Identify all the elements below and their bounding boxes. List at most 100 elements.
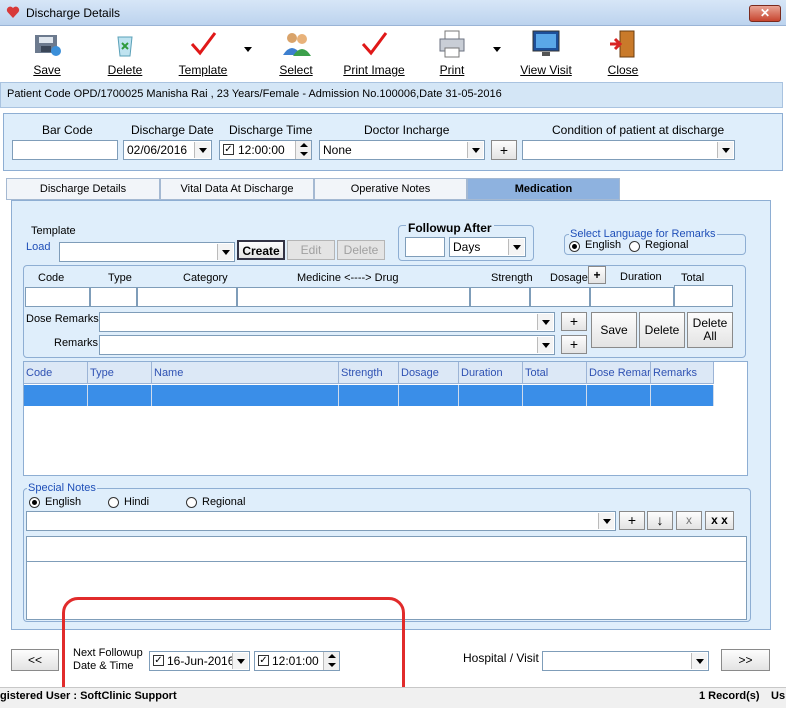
- move-down-button[interactable]: ↓: [647, 511, 673, 530]
- create-template-button[interactable]: Create: [237, 240, 285, 260]
- add-dose-remark-button[interactable]: +: [561, 312, 587, 331]
- previous-button[interactable]: <<: [11, 649, 59, 671]
- grid-header-type[interactable]: Type: [88, 362, 152, 384]
- tab-discharge-details[interactable]: Discharge Details: [6, 178, 160, 200]
- remarks-select[interactable]: [99, 335, 555, 355]
- chevron-down-icon[interactable]: [717, 142, 733, 158]
- total-column-label: Total: [681, 272, 705, 284]
- hospital-visit-select[interactable]: [542, 651, 709, 671]
- chevron-down-icon[interactable]: [467, 142, 483, 158]
- add-note-button[interactable]: +: [619, 511, 645, 530]
- tab-operative-notes[interactable]: Operative Notes: [314, 178, 467, 200]
- grid-header-code[interactable]: Code: [24, 362, 88, 384]
- discharge-time-picker[interactable]: ✓ 12:00:00: [219, 140, 312, 160]
- add-dosage-button[interactable]: +: [588, 266, 606, 284]
- print-button[interactable]: Print: [424, 27, 480, 81]
- delete-medicine-button[interactable]: Delete: [639, 312, 685, 348]
- english-radio[interactable]: [569, 241, 580, 252]
- grid-header-duration[interactable]: Duration: [459, 362, 523, 384]
- status-user: gistered User : SoftClinic Support: [0, 690, 177, 702]
- monitor-icon: [532, 30, 560, 56]
- regional-label: Regional: [645, 239, 689, 251]
- edit-template-button[interactable]: Edit: [287, 240, 335, 260]
- grid-header-dose-remarks[interactable]: Dose Remar: [587, 362, 651, 384]
- template-dropdown-arrow-icon[interactable]: [244, 47, 252, 52]
- notes-english-label: English: [45, 496, 82, 508]
- duration-input[interactable]: [590, 287, 674, 307]
- template-button[interactable]: Template: [170, 27, 236, 81]
- save-button[interactable]: Save: [18, 27, 76, 81]
- tab-vital-data[interactable]: Vital Data At Discharge: [160, 178, 314, 200]
- bar-code-input[interactable]: [12, 140, 118, 160]
- grid-header-strength[interactable]: Strength: [339, 362, 399, 384]
- discharge-time-checkbox[interactable]: ✓: [223, 144, 234, 155]
- code-input[interactable]: [25, 287, 90, 307]
- followup-unit-select[interactable]: Days: [449, 237, 526, 257]
- next-button[interactable]: >>: [721, 649, 770, 671]
- drug-column-label: Medicine <----> Drug: [297, 272, 399, 284]
- printer-icon: [439, 30, 465, 58]
- discharge-date-picker[interactable]: 02/06/2016: [123, 140, 212, 160]
- save-label: Save: [33, 63, 61, 77]
- total-input[interactable]: [674, 285, 733, 307]
- chevron-down-icon[interactable]: [194, 142, 210, 158]
- notes-regional-radio[interactable]: [186, 497, 197, 508]
- category-input[interactable]: [137, 287, 237, 307]
- chevron-down-icon[interactable]: [217, 244, 233, 260]
- template-section-label: Template: [31, 225, 76, 237]
- add-remark-button[interactable]: +: [561, 335, 587, 354]
- chevron-down-icon[interactable]: [508, 239, 524, 255]
- template-select[interactable]: [59, 242, 235, 262]
- grid-header-name[interactable]: Name: [152, 362, 339, 384]
- notes-hindi-radio[interactable]: [108, 497, 119, 508]
- dose-remarks-select[interactable]: [99, 312, 555, 332]
- select-label: Select: [279, 63, 313, 77]
- print-dropdown-arrow-icon[interactable]: [493, 47, 501, 52]
- chevron-down-icon[interactable]: [537, 314, 553, 330]
- notes-english-radio[interactable]: [29, 497, 40, 508]
- followup-after-input[interactable]: [405, 237, 445, 257]
- grid-header-total[interactable]: Total: [523, 362, 587, 384]
- print-image-button[interactable]: Print Image: [340, 27, 408, 81]
- strength-input[interactable]: [470, 287, 530, 307]
- doctor-incharge-select[interactable]: None: [319, 140, 485, 160]
- condition-select[interactable]: [522, 140, 735, 160]
- delete-button[interactable]: Delete: [96, 27, 154, 81]
- select-button[interactable]: Select: [268, 27, 324, 81]
- followup-after-label: Followup After: [406, 221, 494, 235]
- recycle-bin-icon: [117, 36, 133, 57]
- chevron-down-icon[interactable]: [598, 513, 614, 529]
- chevron-down-icon[interactable]: [537, 337, 553, 353]
- drug-input[interactable]: [237, 287, 470, 307]
- medication-grid: Code Type Name Strength Dosage Duration …: [23, 361, 748, 476]
- type-input[interactable]: [90, 287, 137, 307]
- delete-all-button[interactable]: Delete All: [687, 312, 733, 348]
- special-notes-label: Special Notes: [27, 482, 97, 494]
- english-label: English: [585, 239, 622, 251]
- checkmark-icon: [361, 32, 388, 56]
- load-link[interactable]: Load: [26, 241, 50, 253]
- remove-note-button[interactable]: x: [676, 511, 702, 530]
- delete-template-button[interactable]: Delete: [337, 240, 385, 260]
- grid-header-remarks[interactable]: Remarks: [651, 362, 714, 384]
- add-doctor-button[interactable]: +: [491, 140, 517, 160]
- close-button[interactable]: Close: [596, 27, 650, 81]
- type-column-label: Type: [108, 272, 132, 284]
- regional-radio[interactable]: [629, 241, 640, 252]
- chevron-down-icon[interactable]: [691, 653, 707, 669]
- exit-door-icon: [610, 30, 635, 58]
- grid-header-dosage[interactable]: Dosage: [399, 362, 459, 384]
- tab-medication[interactable]: Medication: [467, 178, 620, 200]
- window-close-button[interactable]: ✕: [749, 5, 781, 22]
- view-visit-button[interactable]: View Visit: [512, 27, 580, 81]
- doctor-incharge-label: Doctor Incharge: [364, 123, 450, 137]
- special-notes-select[interactable]: [26, 511, 616, 531]
- clear-notes-button[interactable]: x x: [705, 511, 734, 530]
- dosage-input[interactable]: [530, 287, 590, 307]
- time-spinner[interactable]: [295, 141, 311, 159]
- status-records: 1 Record(s): [699, 690, 760, 702]
- table-row[interactable]: [24, 385, 714, 406]
- medication-tab-body: Template Load Create Edit Delete Followu…: [11, 200, 771, 630]
- save-medicine-button[interactable]: Save: [591, 312, 637, 348]
- discharge-time-label: Discharge Time: [229, 123, 313, 137]
